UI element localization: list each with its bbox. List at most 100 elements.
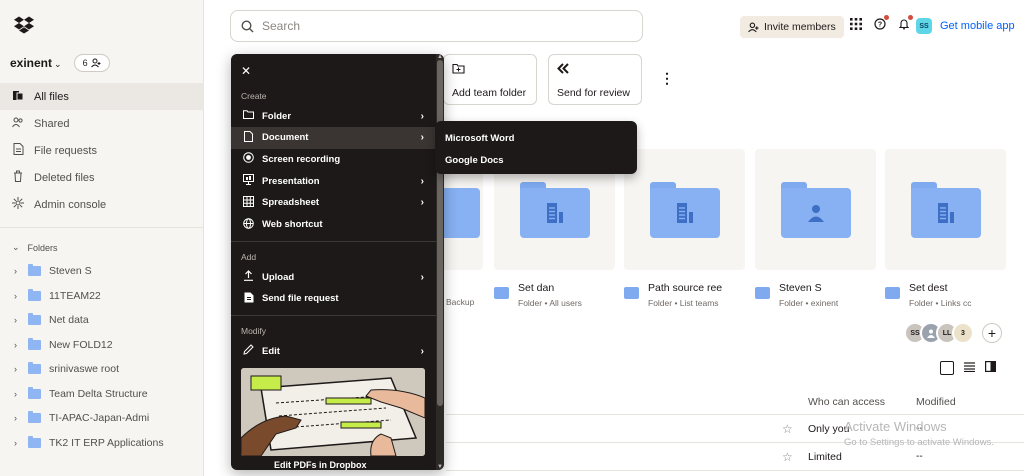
- chevron-right-icon[interactable]: ›: [14, 364, 20, 374]
- folder-tile-name: Steven S: [779, 282, 822, 294]
- menu-item-spreadsheet[interactable]: Spreadsheet ›: [231, 192, 436, 214]
- folders-heading: Folders: [27, 242, 58, 253]
- menu-divider: [231, 241, 436, 242]
- folder-tree-item[interactable]: › TK2 IT ERP Applications: [0, 431, 204, 456]
- edit-pdf-promo-label[interactable]: Edit PDFs in Dropbox: [274, 460, 367, 470]
- folder-tile-name: Path source ree: [648, 282, 723, 294]
- folder-icon: [28, 264, 41, 277]
- chevron-right-icon[interactable]: ›: [14, 266, 20, 276]
- sidebar-divider: [0, 227, 204, 228]
- folder-tree-item[interactable]: › Net data: [0, 308, 204, 333]
- watermark-subtitle: Go to Settings to activate Windows.: [844, 437, 994, 448]
- folder-icon: [28, 337, 41, 350]
- member-avatars[interactable]: SS LL 3: [904, 322, 974, 344]
- menu-item-presentation[interactable]: Presentation ›: [231, 170, 436, 192]
- folder-tile[interactable]: [624, 149, 745, 270]
- menu-item-screen-recording[interactable]: Screen recording: [231, 148, 436, 170]
- sidebar-item-label: Deleted files: [34, 171, 95, 184]
- menu-item-edit[interactable]: Edit ›: [231, 340, 436, 362]
- sidebar-item-label: File requests: [34, 144, 97, 157]
- sidebar-item-label: Admin console: [34, 198, 107, 211]
- dropbox-logo-icon[interactable]: [14, 16, 34, 34]
- chevron-right-icon[interactable]: ›: [14, 389, 20, 399]
- folder-tree-item[interactable]: › 11TEAM22: [0, 284, 204, 309]
- info-panel-icon[interactable]: [985, 361, 997, 375]
- team-name-dropdown[interactable]: exinent ⌄: [10, 56, 62, 70]
- folder-tree-item[interactable]: › New FOLD12: [0, 333, 204, 358]
- folder-tile-info[interactable]: Path source ree Folder • List teams: [624, 282, 749, 308]
- folder-icon: [28, 313, 41, 326]
- folder-tree-item[interactable]: › srinivaswe root: [0, 357, 204, 382]
- folder-tree-item[interactable]: › Steven S: [0, 259, 204, 284]
- sidebar-item-shared[interactable]: Shared: [0, 110, 204, 137]
- add-member-button[interactable]: +: [982, 323, 1002, 343]
- menu-section-heading: Add: [241, 252, 257, 262]
- add-team-folder-button[interactable]: Add team folder: [443, 54, 537, 105]
- search-box[interactable]: [230, 10, 643, 42]
- folder-icon: [624, 287, 639, 299]
- sidebar-item-admin-console[interactable]: Admin console: [0, 191, 204, 218]
- chevron-right-icon[interactable]: ›: [14, 315, 20, 325]
- column-header-modified[interactable]: Modified: [916, 396, 956, 408]
- help-icon[interactable]: ?: [874, 15, 889, 30]
- invite-members-button[interactable]: Invite members: [740, 16, 844, 38]
- edit-pdf-promo-image[interactable]: [241, 368, 425, 456]
- send-for-review-button[interactable]: Send for review: [548, 54, 642, 105]
- star-icon[interactable]: ☆: [782, 422, 793, 436]
- sidebar-item-deleted-files[interactable]: Deleted files: [0, 164, 204, 191]
- list-view-icon[interactable]: [964, 361, 975, 375]
- more-actions-icon[interactable]: ⋮: [660, 70, 674, 87]
- folder-icon: [494, 287, 509, 299]
- close-icon[interactable]: ✕: [241, 64, 251, 78]
- app-grid-icon[interactable]: [850, 18, 862, 30]
- document-icon: [243, 130, 254, 145]
- submenu-item-microsoft-word[interactable]: Microsoft Word: [435, 127, 637, 149]
- sidebar-item-all-files[interactable]: All files: [0, 83, 204, 110]
- star-icon[interactable]: ☆: [782, 450, 793, 464]
- folder-tile-info[interactable]: Set dest Folder • Links cc: [885, 282, 1010, 308]
- folder-tree: › Steven S › 11TEAM22 › Net data › New FOLD12 › s…: [0, 259, 204, 455]
- folder-tile[interactable]: [885, 149, 1006, 270]
- scroll-thumb[interactable]: [437, 60, 443, 406]
- menu-item-label: Presentation: [262, 175, 320, 187]
- folder-tile-info[interactable]: Set dan Folder • All users: [494, 282, 619, 308]
- menu-item-send-file-request[interactable]: Send file request: [231, 288, 436, 310]
- menu-item-web-shortcut[interactable]: Web shortcut: [231, 214, 436, 236]
- add-user-icon: [90, 58, 101, 68]
- shared-folder-icon: [781, 182, 851, 238]
- menu-item-upload[interactable]: Upload ›: [231, 266, 436, 288]
- trash-icon: [12, 170, 24, 185]
- folder-tile-subtitle: Folder • All users: [518, 298, 582, 308]
- team-members-button[interactable]: 6: [73, 54, 110, 72]
- scroll-down-icon[interactable]: ▼: [437, 464, 443, 470]
- chevron-right-icon[interactable]: ›: [14, 291, 20, 301]
- menu-scrollbar[interactable]: ▲ ▼: [436, 54, 444, 470]
- sidebar-item-label: All files: [34, 90, 69, 103]
- chevron-right-icon: ›: [420, 132, 424, 144]
- menu-item-document[interactable]: Document ›: [231, 126, 436, 149]
- upload-icon: [243, 270, 254, 284]
- chevron-right-icon[interactable]: ›: [14, 413, 20, 423]
- submenu-item-google-docs[interactable]: Google Docs: [435, 149, 637, 171]
- chevron-right-icon: ›: [420, 110, 424, 122]
- folder-tree-item[interactable]: › Team Delta Structure: [0, 382, 204, 407]
- get-mobile-app-link[interactable]: Get mobile app: [940, 20, 1015, 32]
- access-cell: Limited: [808, 451, 842, 463]
- folder-tree-item[interactable]: › TI-APAC-Japan-Admi: [0, 406, 204, 431]
- folder-tile-info[interactable]: Steven S Folder • exinent: [755, 282, 880, 308]
- folders-section-toggle[interactable]: ⌄ Folders: [12, 242, 58, 253]
- menu-item-folder[interactable]: Folder ›: [231, 105, 436, 127]
- folder-tile[interactable]: [755, 149, 876, 270]
- sidebar-item-file-requests[interactable]: File requests: [0, 137, 204, 164]
- folder-tile-subtitle: Folder • Links cc: [909, 298, 972, 308]
- select-all-checkbox[interactable]: [940, 361, 954, 375]
- member-count: 6: [82, 58, 88, 68]
- column-header-access[interactable]: Who can access: [808, 396, 885, 408]
- bell-icon[interactable]: [898, 15, 913, 30]
- chevron-right-icon[interactable]: ›: [14, 438, 20, 448]
- shared-icon: [12, 117, 24, 131]
- modified-cell: --: [916, 451, 923, 462]
- search-input[interactable]: [262, 19, 602, 33]
- user-avatar[interactable]: SS: [916, 18, 932, 34]
- chevron-right-icon[interactable]: ›: [14, 340, 20, 350]
